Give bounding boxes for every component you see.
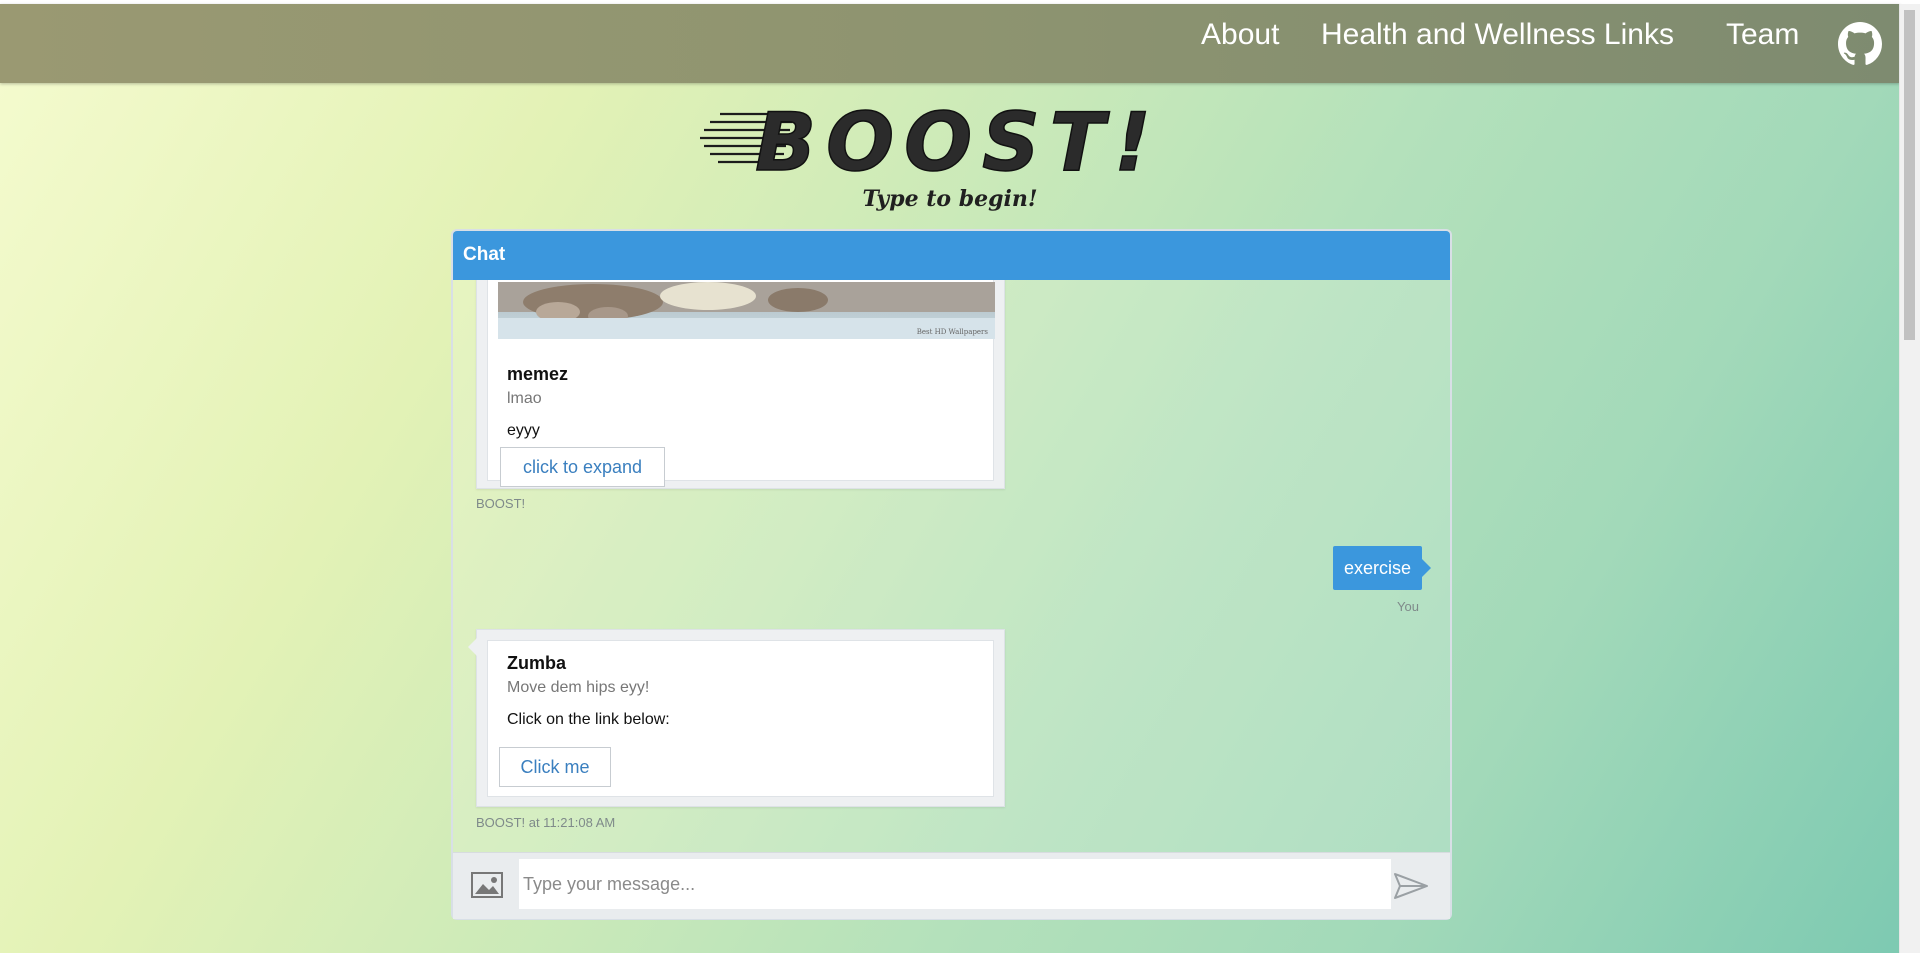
user-message-meta: You — [1397, 599, 1419, 614]
nav-team-link[interactable]: Team — [1726, 18, 1799, 52]
user-message-bubble: exercise — [1333, 546, 1432, 590]
github-icon[interactable] — [1838, 22, 1882, 66]
message-meta: BOOST! at 11:21:08 AM — [476, 815, 616, 830]
scrollbar-thumb[interactable] — [1904, 10, 1915, 340]
message-meta: BOOST! — [476, 496, 526, 511]
card-text: eyyy — [507, 422, 540, 439]
page-subtitle: Type to begin! — [862, 186, 1038, 212]
user-message-text: exercise — [1344, 557, 1412, 578]
click-me-button[interactable]: Click me — [499, 747, 611, 787]
chat-window: Chat Best HD Wallpapers memez lmao eyyy … — [451, 229, 1452, 920]
card-image: Best HD Wallpapers — [498, 282, 995, 339]
card-text: Click on the link below: — [507, 711, 670, 728]
card-body: Zumba Move dem hips eyy! Click on the li… — [487, 640, 994, 797]
card-title: memez — [507, 364, 569, 384]
chat-header: Chat — [453, 231, 1450, 280]
nav-about-link[interactable]: About — [1201, 18, 1279, 52]
send-icon[interactable] — [1393, 871, 1429, 901]
navbar: About Health and Wellness Links Team — [0, 4, 1900, 83]
card-subtitle: Move dem hips eyy! — [507, 679, 650, 696]
page-scrollbar[interactable] — [1899, 4, 1920, 953]
svg-text:BOOST!: BOOST! — [755, 96, 1161, 182]
message-input[interactable] — [519, 859, 1391, 909]
chat-input-bar — [453, 852, 1450, 919]
click-to-expand-button[interactable]: click to expand — [500, 447, 665, 487]
nav-health-links[interactable]: Health and Wellness Links — [1321, 18, 1674, 52]
chat-title: Chat — [463, 244, 506, 265]
card-subtitle: lmao — [507, 390, 542, 407]
bot-card-message-zumba: Zumba Move dem hips eyy! Click on the li… — [468, 629, 1005, 807]
svg-text:Best HD Wallpapers: Best HD Wallpapers — [917, 328, 989, 336]
message-list[interactable]: Best HD Wallpapers memez lmao eyyy click… — [453, 280, 1450, 852]
card-title: Zumba — [507, 653, 567, 673]
image-icon[interactable] — [471, 872, 503, 898]
boost-logo: BOOST! — [700, 95, 1180, 190]
